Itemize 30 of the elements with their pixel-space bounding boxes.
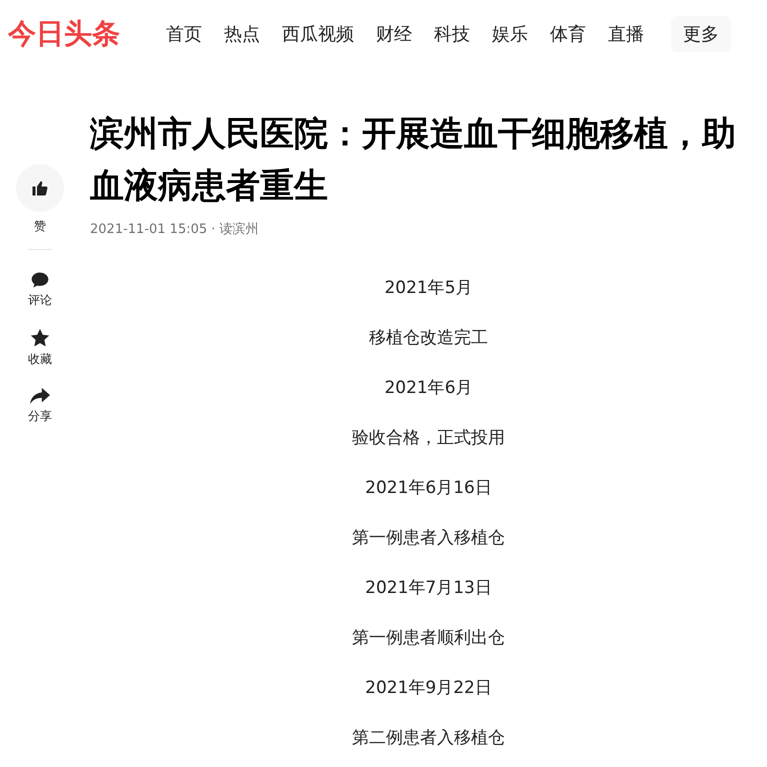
thumbs-up-icon [31, 179, 49, 197]
nav-link[interactable]: 直播 [597, 22, 655, 46]
favorite-button[interactable]: 收藏 [28, 327, 52, 368]
more-button[interactable]: 更多 [671, 16, 731, 52]
nav-link[interactable]: 体育 [539, 22, 597, 46]
nav-link[interactable]: 首页 [155, 22, 213, 46]
like-button[interactable]: 赞 [16, 164, 64, 235]
nav-link[interactable]: 西瓜视频 [271, 22, 365, 46]
paragraph: 2021年7月13日 [364, 577, 493, 600]
paragraph: 移植仓改造完工 [368, 327, 489, 350]
comment-button[interactable]: 评论 [28, 270, 52, 309]
paragraph: 第二例患者入移植仓 [351, 727, 506, 750]
article-meta: 2021-11-01 15:05 · 读滨州 [90, 221, 260, 238]
paragraph: 2021年6月 [383, 377, 474, 400]
logo[interactable]: 今日头条 [8, 15, 148, 53]
nav-link[interactable]: 热点 [213, 22, 271, 46]
speech-bubble-icon [30, 270, 50, 290]
paragraph: 第一例患者入移植仓 [351, 527, 506, 550]
nav-link[interactable]: 科技 [423, 22, 481, 46]
share-button[interactable]: 分享 [28, 386, 52, 425]
article-title: 滨州市人民医院：开展造血干细胞移植，助血液病患者重生 [90, 113, 737, 208]
paragraph: 第一例患者顺利出仓 [351, 627, 506, 650]
star-icon [29, 327, 51, 349]
paragraph: 2021年5月 [383, 277, 474, 300]
share-arrow-icon [29, 386, 51, 406]
nav-link[interactable]: 财经 [365, 22, 423, 46]
paragraph: 2021年6月16日 [364, 477, 493, 500]
paragraph: 验收合格，正式投用 [351, 427, 506, 450]
paragraph: 2021年9月22日 [364, 677, 493, 700]
nav-link[interactable]: 娱乐 [481, 22, 539, 46]
